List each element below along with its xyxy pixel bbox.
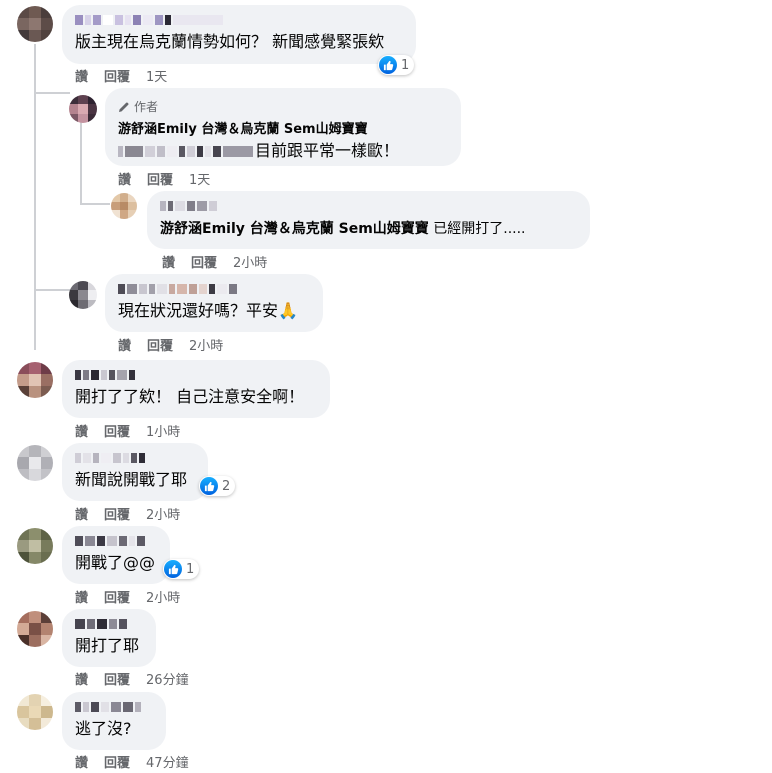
comment-bubble: 開打了耶 <box>62 609 156 667</box>
timestamp[interactable]: 2小時 <box>146 504 180 523</box>
comment-text: 開打了耶 <box>75 636 140 655</box>
timestamp[interactable]: 47分鐘 <box>146 752 189 771</box>
comment-text: 新聞說開戰了耶 <box>75 470 188 489</box>
comment-actions: 讚 回覆 1天 <box>75 66 167 85</box>
avatar[interactable] <box>111 193 137 219</box>
comment-actions: 讚 回覆 1小時 <box>75 421 180 440</box>
comment-actions: 讚 回覆 1天 <box>118 169 210 188</box>
avatar[interactable] <box>69 281 97 309</box>
timestamp[interactable]: 1天 <box>189 169 210 188</box>
comment-text: 逃了沒? <box>75 719 132 738</box>
avatar[interactable] <box>17 694 53 730</box>
reply-button[interactable]: 回覆 <box>147 169 173 188</box>
avatar[interactable] <box>17 445 53 481</box>
reply-button[interactable]: 回覆 <box>104 504 130 523</box>
like-reaction-icon <box>164 560 182 578</box>
thread-line-main <box>34 44 36 350</box>
like-reaction-icon <box>379 56 397 74</box>
comment-bubble: 逃了沒? <box>62 692 166 750</box>
thread-line-branch-1 <box>34 92 70 94</box>
avatar[interactable] <box>17 611 53 647</box>
comment-bubble: 新聞說開戰了耶 <box>62 443 208 501</box>
comment-bubble: 作者 游舒涵Emily 台灣＆烏克蘭 Sem山姆寶寶 目前跟平常一樣歐！ <box>105 88 461 166</box>
reply-button[interactable]: 回覆 <box>104 587 130 606</box>
comment: 版主現在烏克蘭情勢如何？ 新聞感覺緊張欸 1 讚 回覆 1天 <box>0 0 772 86</box>
reply-button[interactable]: 回覆 <box>104 669 130 688</box>
like-button[interactable]: 讚 <box>118 335 131 354</box>
comment-text: 游舒涵Emily 台灣＆烏克蘭 Sem山姆寶寶 已經開打了..... <box>160 221 526 237</box>
avatar[interactable] <box>17 528 53 564</box>
comment-actions: 讚 回覆 2小時 <box>75 504 180 523</box>
blurred-author-name[interactable] <box>75 701 153 713</box>
comment-actions: 讚 回覆 2小時 <box>162 252 267 271</box>
like-button[interactable]: 讚 <box>75 421 88 440</box>
reply-button[interactable]: 回覆 <box>104 421 130 440</box>
comment-text: 版主現在烏克蘭情勢如何？ 新聞感覺緊張欸 <box>75 32 385 51</box>
comment-actions: 讚 回覆 26分鐘 <box>75 669 189 688</box>
author-badge: 作者 <box>118 98 448 115</box>
comment-bubble: 開打了了欸！ 自己注意安全啊！ <box>62 360 330 418</box>
comment-text: 開戰了@@ <box>75 553 156 572</box>
comment-actions: 讚 回覆 47分鐘 <box>75 752 189 771</box>
author-name[interactable]: 游舒涵Emily 台灣＆烏克蘭 Sem山姆寶寶 <box>118 118 448 137</box>
blurred-author-name[interactable] <box>75 535 157 547</box>
comment-actions: 讚 回覆 2小時 <box>75 587 180 606</box>
author-avatar[interactable] <box>69 95 97 123</box>
reply-button[interactable]: 回覆 <box>191 252 217 271</box>
like-reaction-icon <box>200 477 218 495</box>
reaction-number: 2 <box>222 478 231 494</box>
comment-text: 開打了了欸！ 自己注意安全啊！ <box>75 387 305 406</box>
reply-button[interactable]: 回覆 <box>147 335 173 354</box>
like-button[interactable]: 讚 <box>75 587 88 606</box>
timestamp[interactable]: 26分鐘 <box>146 669 189 688</box>
timestamp[interactable]: 2小時 <box>233 252 267 271</box>
blurred-author-name[interactable] <box>160 200 577 212</box>
timestamp[interactable]: 2小時 <box>189 335 223 354</box>
blurred-author-name[interactable] <box>118 283 310 295</box>
blurred-author-name[interactable] <box>75 452 195 464</box>
blurred-author-name[interactable] <box>75 369 317 381</box>
reaction-number: 1 <box>186 561 195 577</box>
blurred-author-name[interactable] <box>75 618 143 630</box>
blurred-mention[interactable] <box>118 146 253 157</box>
like-button[interactable]: 讚 <box>162 252 175 271</box>
comment-bubble: 游舒涵Emily 台灣＆烏克蘭 Sem山姆寶寶 已經開打了..... <box>147 191 590 249</box>
avatar[interactable] <box>17 6 53 42</box>
timestamp[interactable]: 1小時 <box>146 421 180 440</box>
blurred-author-name[interactable] <box>75 14 403 26</box>
comment-actions: 讚 回覆 2小時 <box>118 335 223 354</box>
comment-bubble: 版主現在烏克蘭情勢如何？ 新聞感覺緊張欸 <box>62 5 416 64</box>
comment-text: 目前跟平常一樣歐！ <box>118 141 448 161</box>
timestamp[interactable]: 2小時 <box>146 587 180 606</box>
avatar[interactable] <box>17 362 53 398</box>
like-button[interactable]: 讚 <box>75 752 88 771</box>
like-button[interactable]: 讚 <box>118 169 131 188</box>
thread-line-branch-2 <box>80 203 110 205</box>
timestamp[interactable]: 1天 <box>146 66 167 85</box>
reaction-count[interactable]: 1 <box>378 55 415 75</box>
pencil-icon <box>119 102 129 112</box>
reply-button[interactable]: 回覆 <box>104 66 130 85</box>
mention-link[interactable]: 游舒涵Emily 台灣＆烏克蘭 Sem山姆寶寶 <box>160 221 429 237</box>
thread-line-sub <box>80 122 82 204</box>
thread-line-branch-3 <box>34 289 70 291</box>
like-button[interactable]: 讚 <box>75 504 88 523</box>
like-button[interactable]: 讚 <box>75 669 88 688</box>
reaction-count[interactable]: 1 <box>163 559 200 579</box>
comment-text: 現在狀況還好嗎？平安🙏 <box>118 301 298 320</box>
reply-button[interactable]: 回覆 <box>104 752 130 771</box>
comment-bubble: 開戰了@@ <box>62 526 170 584</box>
reaction-count[interactable]: 2 <box>199 476 236 496</box>
reaction-number: 1 <box>401 57 410 73</box>
like-button[interactable]: 讚 <box>75 66 88 85</box>
comment-bubble: 現在狀況還好嗎？平安🙏 <box>105 274 323 332</box>
